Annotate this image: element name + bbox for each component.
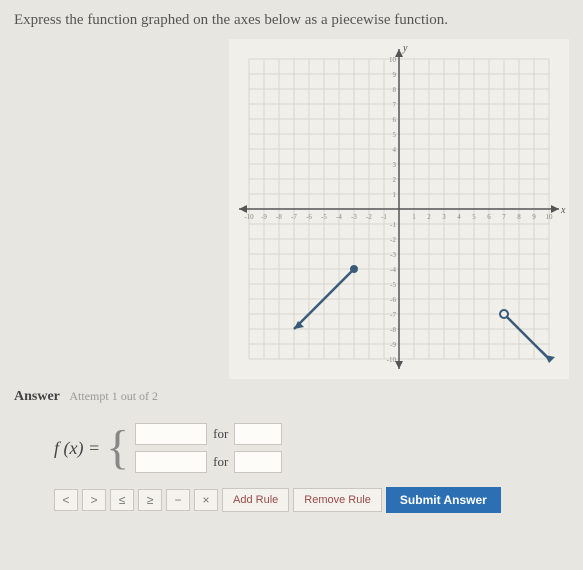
submit-answer-button[interactable]: Submit Answer <box>386 487 501 513</box>
for-label-2: for <box>213 454 228 470</box>
svg-text:7: 7 <box>393 101 397 109</box>
svg-text:-8: -8 <box>390 326 396 334</box>
svg-text:-10: -10 <box>244 213 254 221</box>
ge-button[interactable]: ≥ <box>138 489 162 511</box>
question-prompt: Express the function graphed on the axes… <box>14 12 569 29</box>
svg-text:5: 5 <box>472 213 476 221</box>
svg-text:-10: -10 <box>387 356 397 364</box>
svg-text:-2: -2 <box>390 236 396 244</box>
add-rule-button[interactable]: Add Rule <box>222 488 289 512</box>
svg-text:6: 6 <box>487 213 491 221</box>
rule-1-domain-input[interactable] <box>234 423 282 445</box>
svg-text:-2: -2 <box>366 213 372 221</box>
graph-svg: y x -10 -9 -8 -7 -6 -5 -4 -3 -2 -1 1 2 3 4 5 6 7 8 9… <box>229 39 569 379</box>
rules-list: for for <box>135 423 282 473</box>
svg-text:4: 4 <box>457 213 461 221</box>
svg-text:8: 8 <box>517 213 521 221</box>
svg-text:7: 7 <box>502 213 506 221</box>
rule-2-expression-input[interactable] <box>135 451 207 473</box>
svg-text:-7: -7 <box>390 311 396 319</box>
svg-text:2: 2 <box>427 213 431 221</box>
svg-text:1: 1 <box>393 191 397 199</box>
times-button[interactable]: × <box>194 489 218 511</box>
answer-heading: Answer Attempt 1 out of 2 <box>14 389 569 405</box>
svg-text:10: 10 <box>389 56 397 64</box>
svg-text:-4: -4 <box>390 266 396 274</box>
svg-text:-4: -4 <box>336 213 342 221</box>
answer-label: Answer <box>14 389 60 404</box>
attempts-text: Attempt 1 out of 2 <box>69 389 158 403</box>
rule-2: for <box>135 451 282 473</box>
y-axis-label: y <box>402 43 408 54</box>
svg-text:3: 3 <box>442 213 446 221</box>
rule-1: for <box>135 423 282 445</box>
svg-text:-3: -3 <box>390 251 396 259</box>
x-axis-label: x <box>560 205 566 216</box>
svg-text:-6: -6 <box>306 213 312 221</box>
svg-text:5: 5 <box>393 131 397 139</box>
svg-text:9: 9 <box>532 213 536 221</box>
svg-text:-9: -9 <box>390 341 396 349</box>
svg-text:2: 2 <box>393 176 397 184</box>
svg-text:-6: -6 <box>390 296 396 304</box>
rule-1-expression-input[interactable] <box>135 423 207 445</box>
fx-label: f (x) = <box>54 438 100 459</box>
function-definition: f (x) = { for for <box>54 423 569 473</box>
le-button[interactable]: ≤ <box>110 489 134 511</box>
svg-text:-7: -7 <box>291 213 297 221</box>
svg-text:4: 4 <box>393 146 397 154</box>
svg-text:-9: -9 <box>261 213 267 221</box>
lt-button[interactable]: < <box>54 489 78 511</box>
svg-text:-5: -5 <box>321 213 327 221</box>
brace-icon: { <box>106 424 129 472</box>
svg-text:-5: -5 <box>390 281 396 289</box>
svg-text:-8: -8 <box>276 213 282 221</box>
svg-text:6: 6 <box>393 116 397 124</box>
graph-container: y x -10 -9 -8 -7 -6 -5 -4 -3 -2 -1 1 2 3 4 5 6 7 8 9… <box>14 39 569 379</box>
toolbar: < > ≤ ≥ − × Add Rule Remove Rule Submit … <box>54 487 569 513</box>
gt-button[interactable]: > <box>82 489 106 511</box>
svg-text:9: 9 <box>393 71 397 79</box>
for-label-1: for <box>213 426 228 442</box>
svg-text:10: 10 <box>546 213 554 221</box>
svg-text:8: 8 <box>393 86 397 94</box>
svg-text:1: 1 <box>412 213 416 221</box>
svg-text:-3: -3 <box>351 213 357 221</box>
svg-text:-1: -1 <box>390 221 396 229</box>
rule-2-domain-input[interactable] <box>234 451 282 473</box>
svg-text:-1: -1 <box>381 213 387 221</box>
minus-button[interactable]: − <box>166 489 190 511</box>
remove-rule-button[interactable]: Remove Rule <box>293 488 382 512</box>
coordinate-graph: y x -10 -9 -8 -7 -6 -5 -4 -3 -2 -1 1 2 3 4 5 6 7 8 9… <box>229 39 569 379</box>
svg-text:3: 3 <box>393 161 397 169</box>
